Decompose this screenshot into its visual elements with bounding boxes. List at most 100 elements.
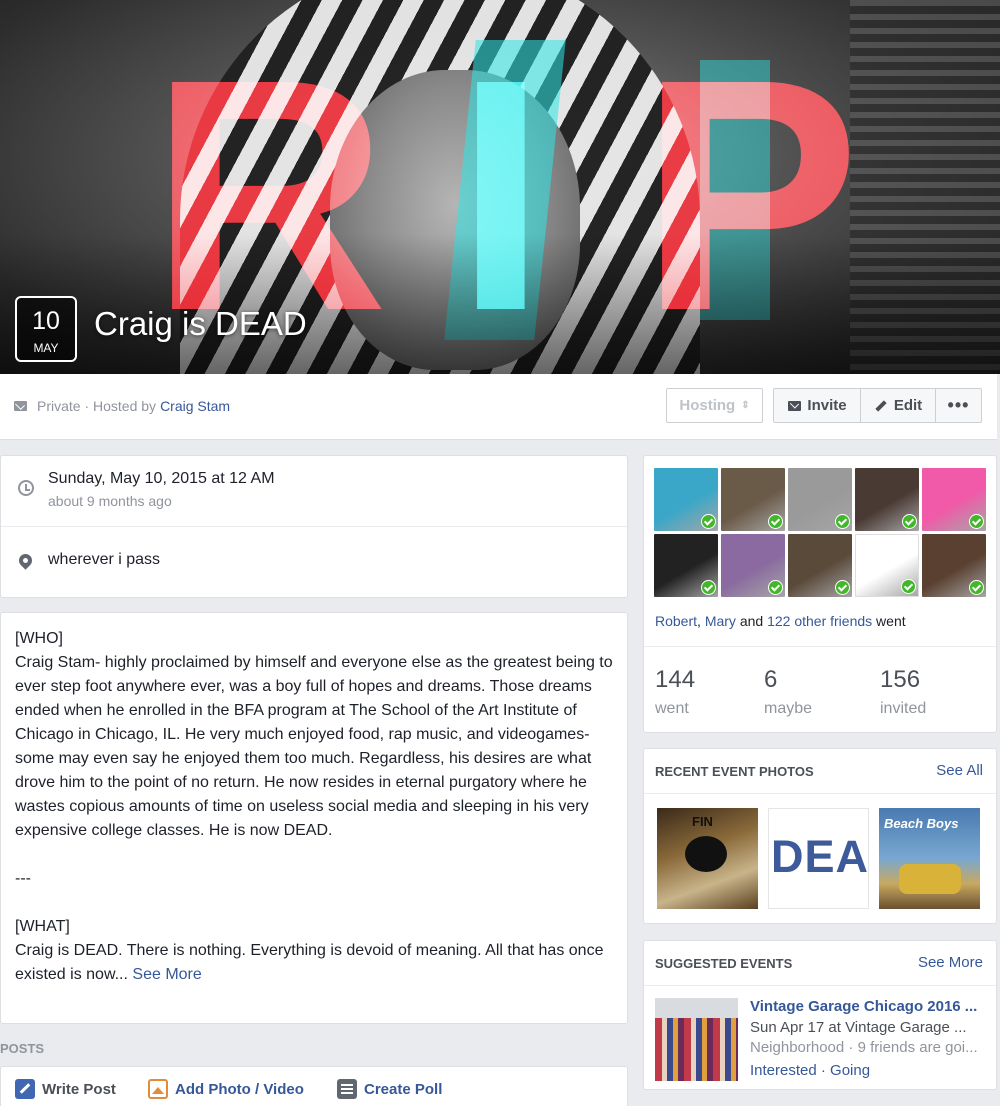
see-more-link[interactable]: See More [132, 966, 201, 983]
guest-avatar[interactable] [788, 468, 852, 531]
photo-icon [148, 1079, 168, 1099]
guest-avatar[interactable] [721, 534, 785, 597]
suggested-events-card: SUGGESTED EVENTS See More Vintage Garage… [643, 940, 997, 1090]
more-icon: ••• [947, 395, 970, 415]
suggested-event-when-where: Sun Apr 17 at Vintage Garage ... [750, 1019, 967, 1036]
pencil-icon [875, 399, 887, 412]
invited-stat[interactable]: 156 invited [880, 666, 926, 718]
guests-card: Robert, Mary and 122 other friends went … [643, 455, 997, 733]
write-post-label: Write Post [42, 1080, 116, 1098]
going-check-icon [969, 514, 984, 529]
friend-link[interactable]: Robert [655, 613, 697, 629]
clock-icon [18, 480, 34, 496]
friends-went-summary: Robert, Mary and 122 other friends went [655, 613, 906, 629]
divider [644, 646, 996, 647]
guest-avatar-grid [654, 468, 986, 597]
add-photo-label: Add Photo / Video [175, 1080, 304, 1098]
event-location: wherever i pass [48, 551, 161, 568]
went-text: went [876, 613, 906, 629]
invite-label: Invite [807, 397, 847, 414]
see-more-events-link[interactable]: See More [918, 954, 983, 971]
privacy-text: Private · Hosted by [37, 398, 157, 414]
guest-avatar[interactable] [922, 534, 986, 597]
invited-label: invited [880, 700, 927, 717]
suggested-events-heading: SUGGESTED EVENTS [655, 956, 793, 971]
hosting-button[interactable]: Hosting ⇕ [666, 388, 763, 423]
event-month: MAY [33, 341, 59, 355]
event-date-badge: 10 MAY [15, 296, 77, 362]
going-check-icon [701, 514, 716, 529]
friend-link[interactable]: Mary [705, 613, 736, 629]
description-what: [WHAT] Craig is DEAD. There is nothing. … [15, 915, 615, 987]
going-check-icon [768, 514, 783, 529]
see-all-photos-link[interactable]: See All [936, 762, 983, 779]
edit-button[interactable]: Edit [860, 388, 936, 423]
and-text: and [739, 613, 764, 629]
poll-icon [337, 1079, 357, 1099]
suggested-event-title[interactable]: Vintage Garage Chicago 2016 ... [750, 998, 990, 1015]
event-header-bar: Private · Hosted by Craig Stam Hosting ⇕… [0, 374, 997, 440]
envelope-icon [14, 401, 27, 411]
maybe-stat[interactable]: 6 maybe [764, 666, 812, 718]
cover-letter-p: P [640, 10, 861, 374]
event-info-card: Sunday, May 10, 2015 at 12 AM about 9 mo… [0, 455, 628, 598]
guest-avatar[interactable] [654, 468, 718, 531]
invited-count: 156 [880, 666, 921, 693]
recent-photos-card: RECENT EVENT PHOTOS See All FIN DEAI Bea… [643, 748, 997, 924]
location-pin-icon [16, 551, 35, 570]
divider [644, 985, 996, 986]
sort-caret-icon: ⇕ [741, 400, 750, 411]
write-post-button[interactable]: Write Post [15, 1079, 116, 1099]
other-friends-link[interactable]: 122 other friends [767, 613, 872, 629]
cover-letter-i: I [455, 10, 547, 374]
event-location-row[interactable]: wherever i pass [1, 527, 627, 599]
went-count: 144 [655, 666, 696, 693]
going-check-icon [902, 514, 917, 529]
guest-avatar[interactable] [855, 468, 919, 531]
posts-section-label: POSTS [0, 1041, 45, 1056]
event-photo[interactable]: Beach Boys [879, 808, 980, 909]
create-poll-button[interactable]: Create Poll [337, 1079, 442, 1099]
envelope-icon [788, 400, 802, 411]
event-title: Craig is DEAD [94, 305, 307, 342]
going-check-icon [969, 580, 984, 595]
event-photo[interactable]: DEAI [768, 808, 869, 909]
event-datetime: Sunday, May 10, 2015 at 12 AM [48, 470, 275, 487]
event-day: 10 [32, 307, 60, 335]
event-description-card: [WHO] Craig Stam- highly proclaimed by h… [0, 612, 628, 1024]
guest-avatar[interactable] [721, 468, 785, 531]
invite-button[interactable]: Invite [773, 388, 861, 423]
suggested-event-meta: Neighborhood · 9 friends are goi... [750, 1039, 978, 1056]
photo-caption: Beach Boys [884, 816, 959, 831]
suggested-event-thumbnail[interactable] [655, 998, 738, 1081]
post-composer: Write Post Add Photo / Video Create Poll [0, 1066, 628, 1106]
went-label: went [655, 700, 689, 717]
guest-avatar[interactable] [922, 468, 986, 531]
went-stat[interactable]: 144 went [655, 666, 695, 718]
photo-caption: DEAI [771, 831, 869, 882]
going-check-icon [835, 580, 850, 595]
privacy-info: Private · Hosted by Craig Stam [14, 398, 230, 414]
guest-avatar[interactable] [855, 534, 919, 597]
hosting-label: Hosting [679, 397, 736, 414]
guest-avatar[interactable] [788, 534, 852, 597]
description-what-text: [WHAT] Craig is DEAD. There is nothing. … [15, 918, 604, 983]
description-who: [WHO] Craig Stam- highly proclaimed by h… [15, 630, 613, 839]
going-check-icon [835, 514, 850, 529]
event-cover-photo[interactable]: R I P 10 MAY Craig is DEAD [0, 0, 1000, 374]
recent-photos-heading: RECENT EVENT PHOTOS [655, 764, 814, 779]
edit-label: Edit [893, 397, 923, 414]
photo-caption: FIN [692, 814, 713, 829]
going-check-icon [901, 579, 916, 594]
guest-avatar[interactable] [654, 534, 718, 597]
maybe-count: 6 [764, 666, 778, 693]
going-check-icon [701, 580, 716, 595]
more-options-button[interactable]: ••• [935, 388, 982, 423]
going-check-icon [768, 580, 783, 595]
host-link[interactable]: Craig Stam [160, 398, 230, 414]
create-poll-label: Create Poll [364, 1080, 443, 1098]
event-time-row[interactable]: Sunday, May 10, 2015 at 12 AM about 9 mo… [1, 456, 627, 527]
add-photo-button[interactable]: Add Photo / Video [148, 1079, 304, 1099]
suggested-event-actions[interactable]: Interested · Going [750, 1062, 986, 1079]
event-photo[interactable]: FIN [657, 808, 758, 909]
